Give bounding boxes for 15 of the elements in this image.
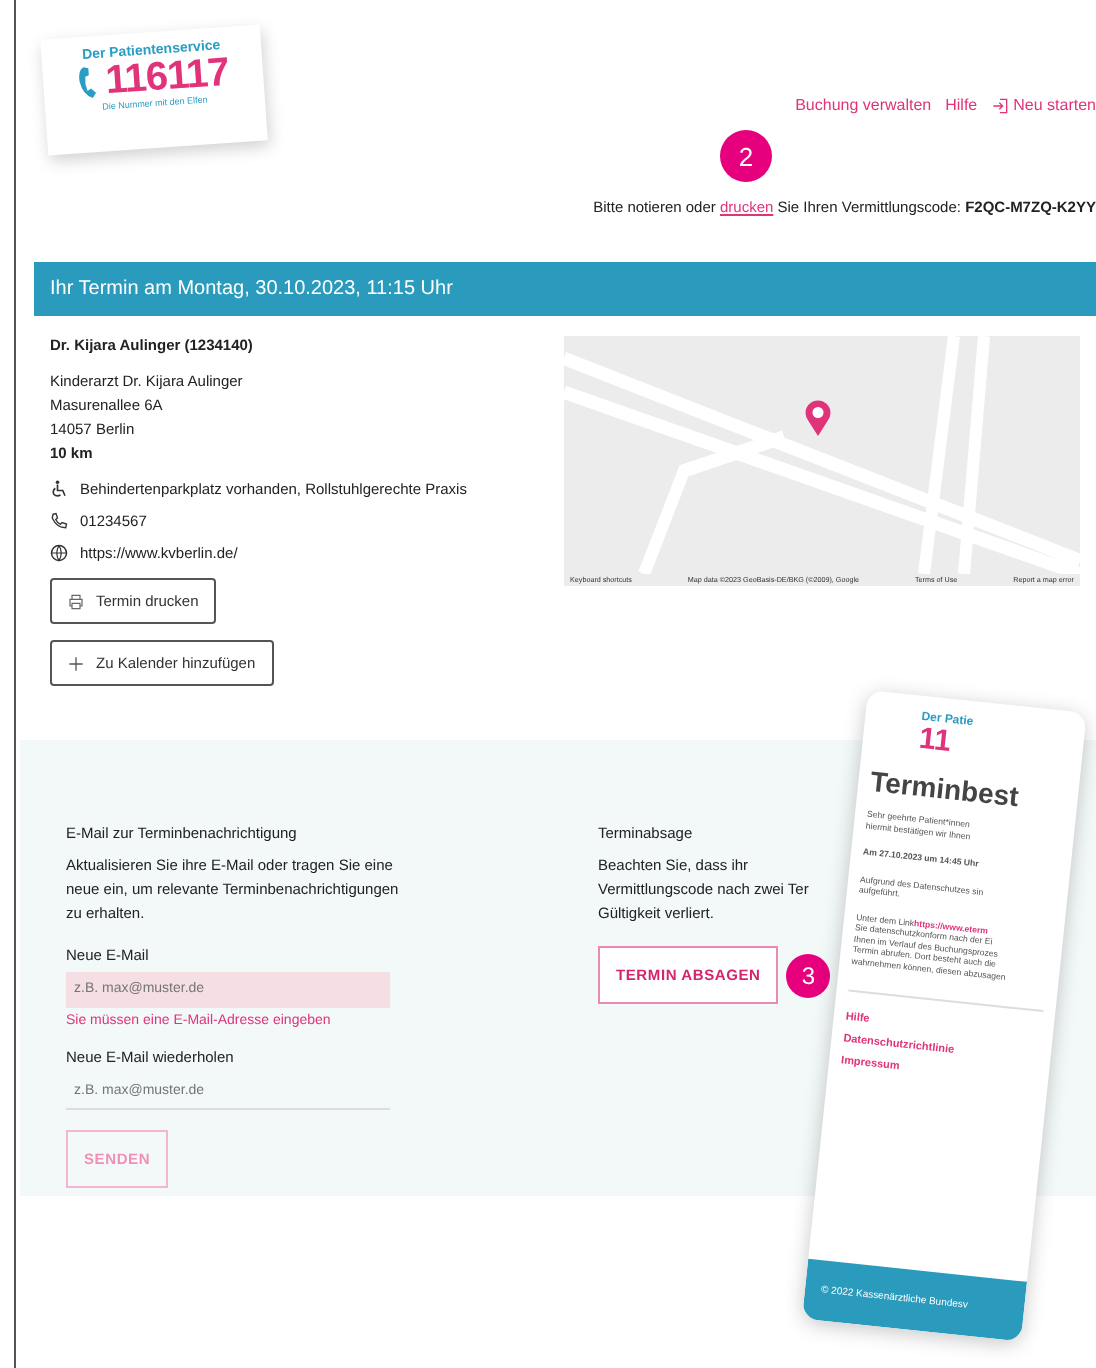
nav-link[interactable]: Buchung verwalten: [795, 96, 932, 114]
globe-icon: [50, 544, 68, 562]
plus-icon: [68, 655, 84, 671]
step-marker: 2: [720, 130, 772, 182]
printer-icon: [68, 593, 84, 609]
sign-in-icon: [991, 97, 1008, 113]
wheelchair-icon: [50, 480, 68, 498]
email-heading: Terminbest: [868, 764, 1023, 813]
logo-number: 11: [917, 723, 953, 757]
phone-icon: [50, 512, 68, 530]
nav-link[interactable]: Neu starten: [991, 96, 1096, 114]
nav-link[interactable]: Hilfe: [945, 96, 978, 114]
step-marker: 3: [786, 953, 831, 997]
appointment-header: Ihr Termin am Montag, 30.10.2023, 11:15 Uhr: [34, 262, 1096, 316]
map-pin-icon: [804, 400, 832, 436]
